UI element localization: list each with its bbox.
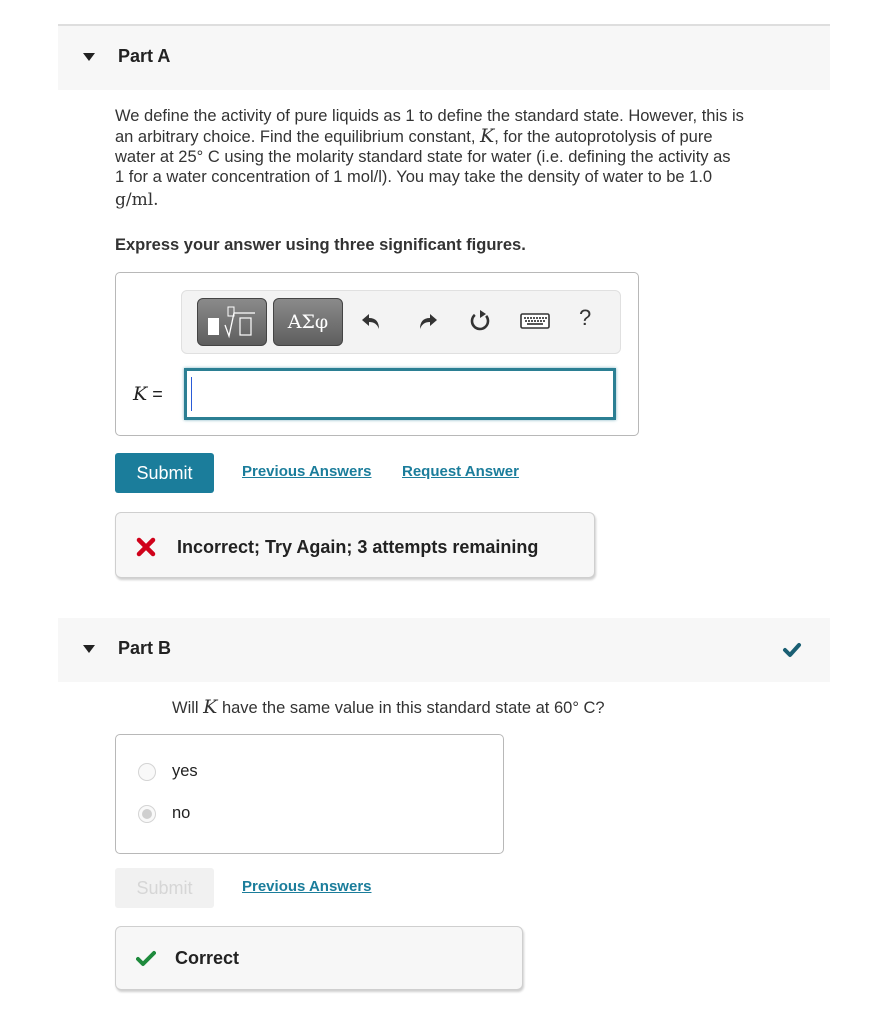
- answer-input[interactable]: [184, 368, 616, 420]
- templates-button[interactable]: [197, 298, 267, 346]
- part-a-feedback: Incorrect; Try Again; 3 attempts remaini…: [115, 512, 595, 578]
- part-b-submit-button: Submit: [115, 868, 214, 908]
- keyboard-icon[interactable]: [520, 309, 550, 333]
- choices-box: yes no: [115, 734, 504, 854]
- part-a-question: We define the activity of pure liquids a…: [115, 106, 825, 210]
- part-b-question: Will K have the same value in this stand…: [172, 696, 605, 718]
- variable-k: K: [480, 125, 495, 147]
- part-a-previous-answers-link[interactable]: Previous Answers: [242, 463, 372, 480]
- math-toolbar: ΑΣφ ?: [181, 290, 621, 354]
- collapse-caret-icon[interactable]: [83, 645, 95, 653]
- question-line: g/ml.: [115, 190, 159, 210]
- part-b-title: Part B: [118, 638, 172, 658]
- part-a-submit-button[interactable]: Submit: [115, 453, 214, 493]
- undo-icon[interactable]: [360, 309, 384, 333]
- answer-label: K =: [133, 383, 163, 405]
- question-line: water at 25° C using the molarity standa…: [115, 148, 731, 166]
- part-b-previous-answers-link[interactable]: Previous Answers: [242, 878, 372, 895]
- radio-yes[interactable]: [138, 763, 156, 781]
- feedback-text: Incorrect; Try Again; 3 attempts remaini…: [177, 537, 539, 557]
- redo-icon[interactable]: [415, 309, 439, 333]
- part-b-header[interactable]: Part B: [58, 618, 830, 682]
- templates-sqrt-icon: [208, 306, 255, 339]
- answer-box: ΑΣφ ? K =: [115, 272, 639, 436]
- request-answer-link[interactable]: Request Answer: [402, 463, 519, 480]
- radio-no[interactable]: [138, 805, 156, 823]
- choice-label: no: [172, 804, 191, 822]
- text-cursor: [191, 377, 192, 411]
- part-b-feedback: Correct: [115, 926, 523, 990]
- collapse-caret-icon[interactable]: [83, 53, 95, 61]
- reset-icon[interactable]: [468, 309, 492, 333]
- feedback-text: Correct: [175, 948, 240, 968]
- question-line: an arbitrary choice. Find the equilibriu…: [115, 125, 713, 147]
- x-icon: [136, 537, 156, 557]
- help-button[interactable]: ?: [579, 305, 603, 330]
- check-icon: [783, 643, 801, 657]
- part-a-title: Part A: [118, 46, 171, 66]
- choice-label: yes: [172, 762, 198, 780]
- check-icon: [136, 951, 156, 966]
- part-a-header[interactable]: Part A: [58, 26, 830, 90]
- question-line: We define the activity of pure liquids a…: [115, 107, 744, 125]
- answer-instruction: Express your answer using three signific…: [115, 236, 526, 254]
- symbols-button[interactable]: ΑΣφ: [273, 298, 343, 346]
- question-line: 1 for a water concentration of 1 mol/l).…: [115, 168, 713, 186]
- variable-k: K: [203, 696, 218, 718]
